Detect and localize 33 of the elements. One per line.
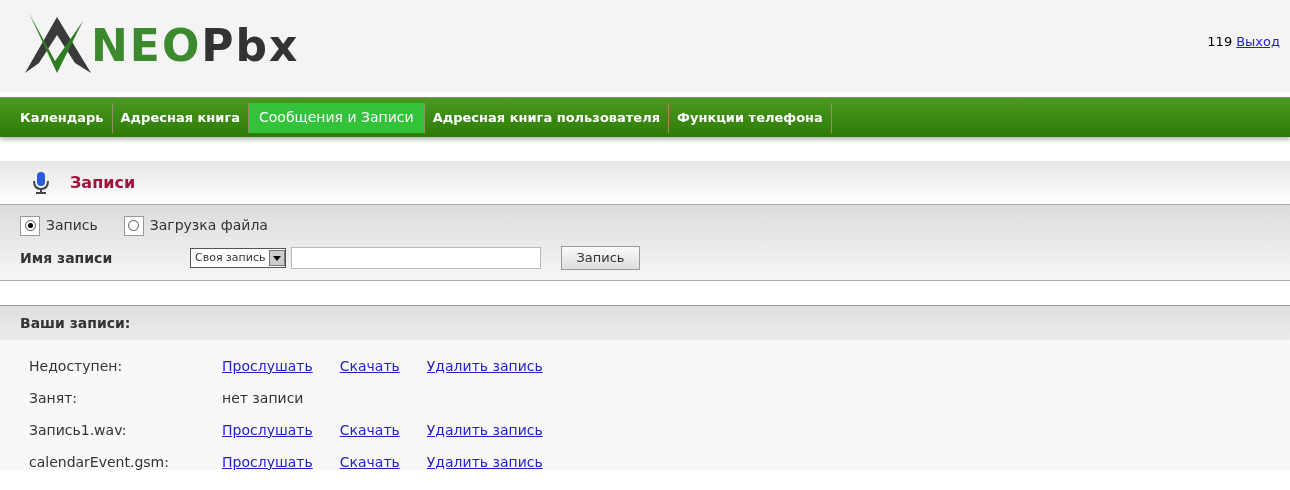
section-title: Записи [70,171,136,194]
radio-button[interactable] [123,215,144,236]
record-button[interactable]: Запись [561,246,640,270]
record-name: Занят: [29,388,78,408]
radio-label[interactable]: Запись [46,215,98,236]
action-link[interactable]: Удалить запись [426,419,543,441]
action-link[interactable]: Скачать [339,355,400,377]
record-name: Запись1.wav: [29,420,128,440]
user-extension: 119 [1207,33,1233,52]
nav-tab[interactable]: Адресная книга пользователя [424,102,670,133]
logo-text: Pbx [201,24,300,68]
action-link[interactable]: Прослушать [222,355,313,377]
action-link[interactable]: Скачать [339,451,400,473]
action-link[interactable]: Прослушать [222,451,313,473]
action-link[interactable]: Скачать [339,419,400,441]
field-label: Имя записи [20,248,114,268]
record-type-select[interactable]: Своя запись [190,248,287,268]
dropdown-arrow-icon [273,255,282,261]
record-name-field[interactable] [291,247,542,269]
logout-link[interactable]: Выход [1236,32,1280,52]
radio-button[interactable] [20,215,40,236]
record-status: нет записи [222,388,304,408]
action-link[interactable]: Прослушать [222,419,313,441]
radio-label[interactable]: Загрузка файла [149,215,268,236]
record-name: calendarEvent.gsm: [29,452,170,472]
logo-text: NEO [91,24,202,68]
action-link[interactable]: Удалить запись [426,451,543,473]
nav-tab[interactable]: Функции телефона [669,102,832,133]
action-link[interactable]: Удалить запись [426,355,543,377]
microphone-icon [32,170,50,195]
record-name: Недоступен: [29,356,124,376]
nav-tab[interactable]: Календарь [12,102,113,133]
records-title: Ваши записи: [20,313,131,333]
